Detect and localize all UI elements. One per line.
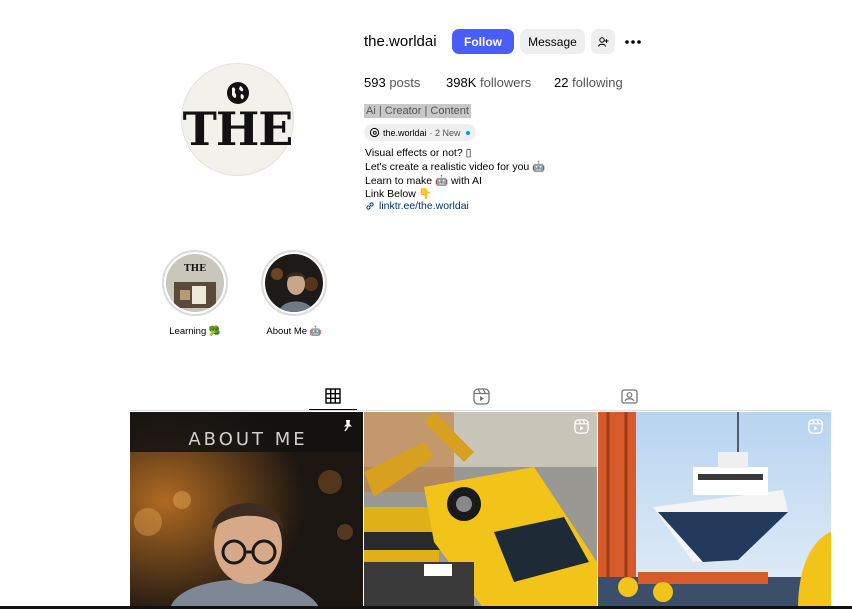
post-tile[interactable] [598,412,831,609]
following-label: following [572,75,623,90]
svg-text:THE: THE [184,264,206,274]
tabs-divider [130,410,831,411]
threads-icon [369,127,380,138]
new-dot-icon [465,130,470,135]
grid-icon [325,388,341,404]
suggested-users-button[interactable] [591,29,615,54]
message-button[interactable]: Message [520,29,585,54]
followers-count: 398K [446,75,477,90]
highlight-learning[interactable]: THE Learning 🥦 [162,250,228,337]
following-count: 22 [554,75,569,90]
posts-count-stat: 593 posts [364,75,420,90]
highlight-cover-image [265,254,323,312]
following-stat[interactable]: 22 following [554,75,623,90]
bio-category: Ai | Creator | Content [364,104,471,118]
post-overlay-text: ABOUT ME [188,429,307,450]
followers-stat[interactable]: 398K followers [446,75,531,90]
post-image: ABOUT ME [130,412,363,609]
posts-label: posts [389,75,421,90]
avatar-logo-text: THE [182,101,294,156]
bio-link[interactable]: linktr.ee/the.worldai [365,200,469,212]
highlight-cover-image: THE [166,254,224,312]
tab-tagged[interactable] [605,382,653,410]
bio-line: Visual effects or not? ▯ [365,147,472,159]
bio-line: Learn to make 🤖 with AI [365,175,482,187]
person-add-icon [598,36,609,47]
followers-label: followers [480,75,532,90]
profile-avatar[interactable]: THE [181,63,294,176]
bio-link-text: linktr.ee/the.worldai [379,200,469,212]
reels-icon [472,387,490,405]
highlight-label: Learning 🥦 [169,326,221,337]
threads-new-count: · 2 New [429,127,461,138]
globe-icon [226,81,249,104]
reel-icon [808,419,823,434]
follow-button[interactable]: Follow [452,29,514,54]
highlight-label: About Me 🤖 [266,326,322,337]
post-tile[interactable]: ABOUT ME [130,412,363,609]
tab-posts[interactable] [309,382,357,410]
post-tile[interactable] [364,412,597,609]
highlight-ring [261,250,327,316]
bio-line: Let's create a realistic video for you 🤖 [365,161,546,173]
bio-line: Link Below 👇 [365,188,432,200]
tab-reels[interactable] [457,382,505,410]
highlight-ring: THE [162,250,228,316]
posts-count: 593 [364,75,386,90]
pin-icon [344,420,352,432]
reel-icon [574,419,589,434]
post-image [364,412,597,609]
threads-handle: the.worldai [383,127,427,138]
profile-username: the.worldai [364,33,437,50]
threads-badge[interactable]: the.worldai · 2 New [364,124,476,141]
post-image [598,412,831,609]
link-icon [366,202,374,210]
more-options-button[interactable] [622,29,644,54]
tagged-icon [620,388,638,404]
more-dots-icon [625,39,641,44]
highlight-about-me[interactable]: About Me 🤖 [261,250,327,337]
